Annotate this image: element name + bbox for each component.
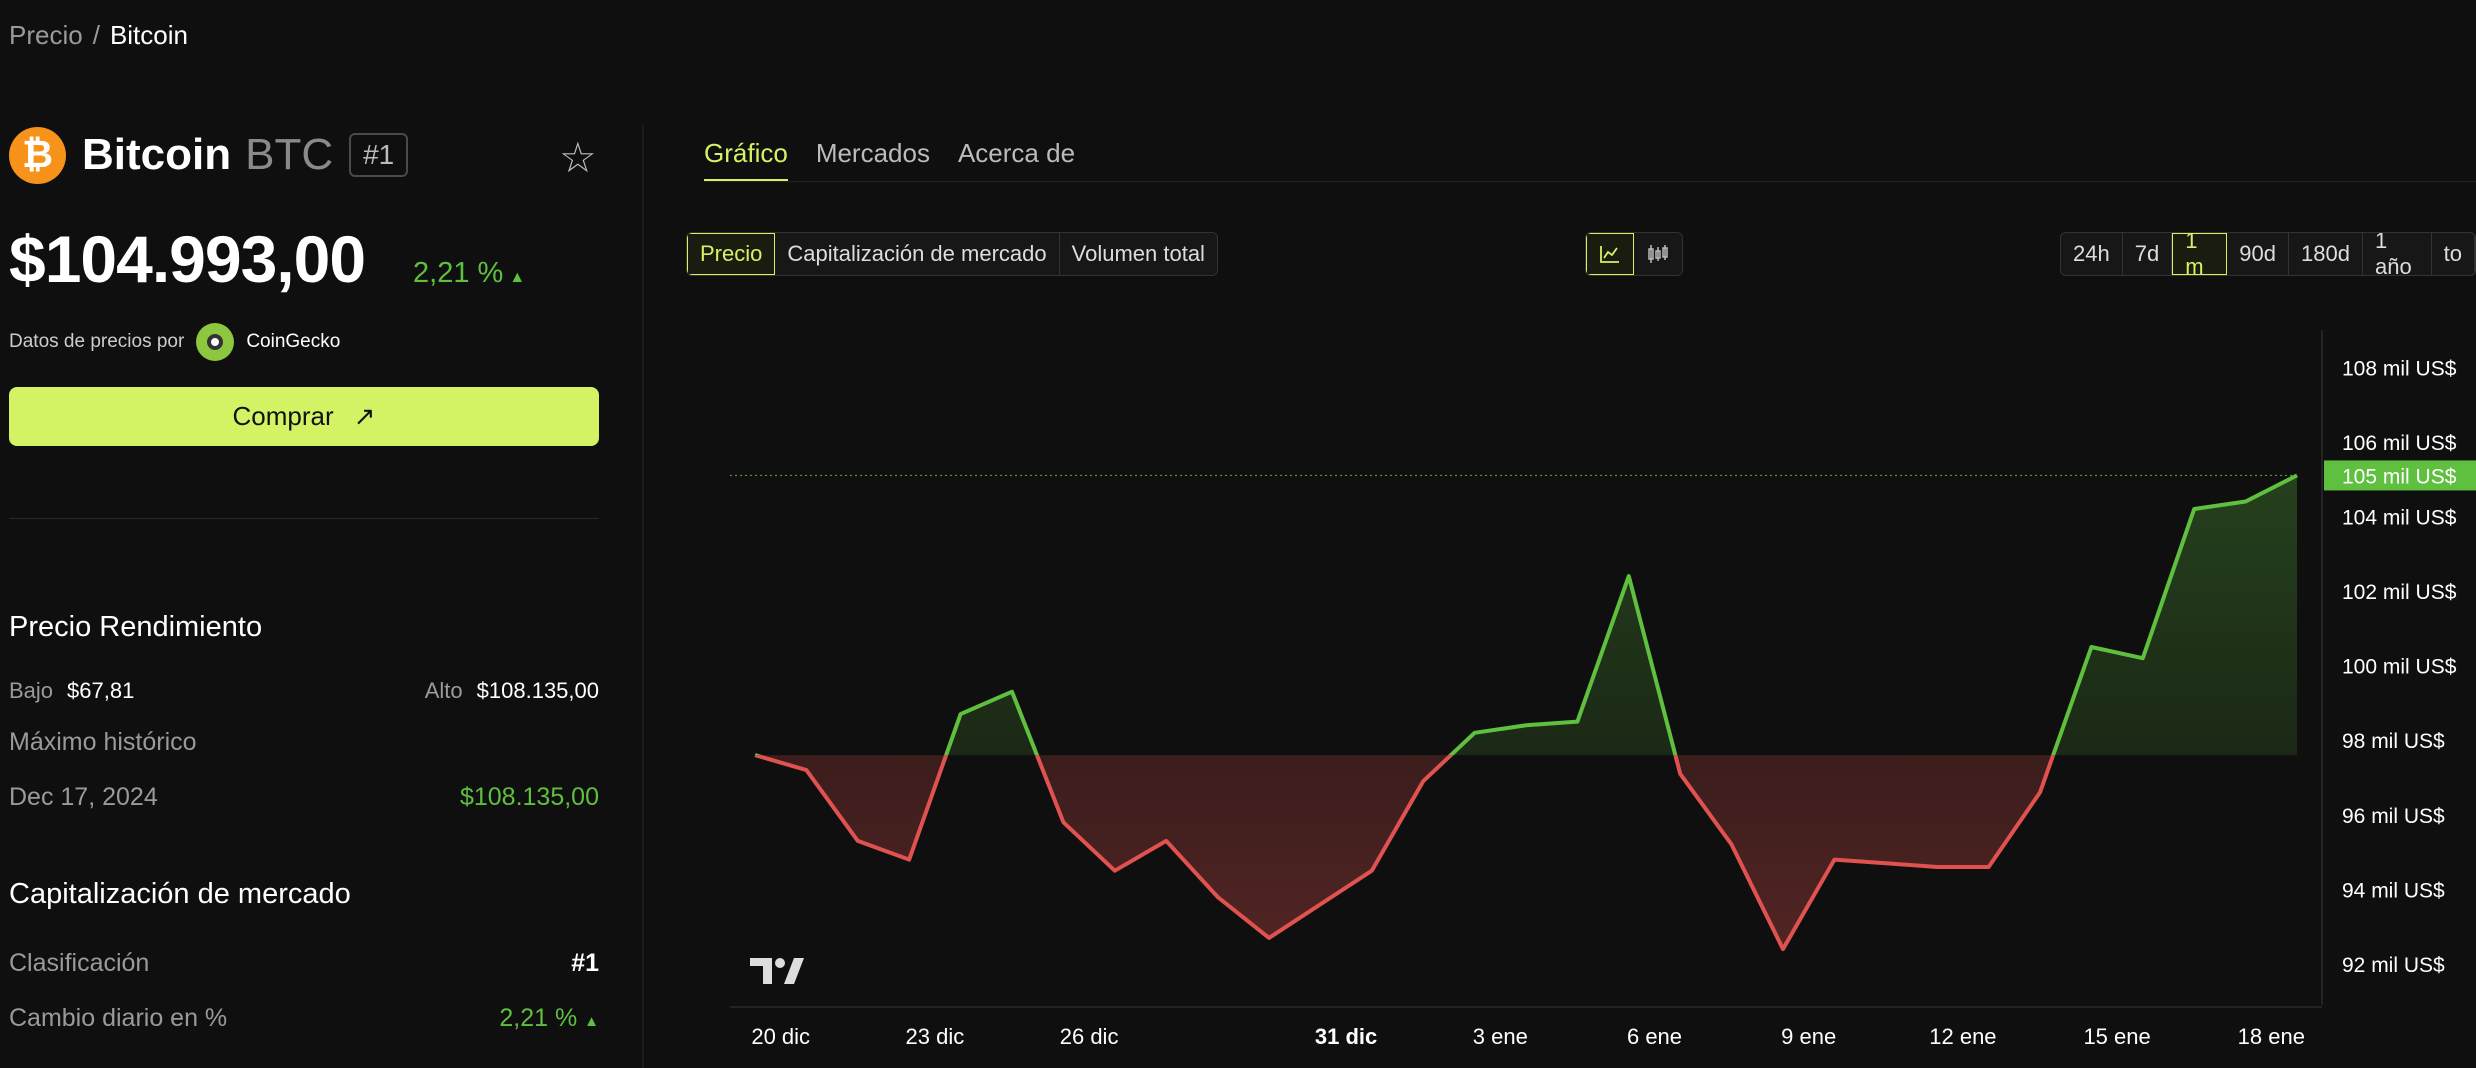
x-tick-label: 6 ene [1627,1024,1682,1049]
x-tick-label: 20 dic [751,1024,810,1049]
data-point [1010,690,1014,694]
x-tick-label: 3 ene [1473,1024,1528,1049]
x-tick-label: 31 dic [1315,1024,1377,1049]
y-tick-label: 108 mil US$ [2342,357,2457,380]
data-point [2089,645,2093,649]
data-point [856,839,860,843]
y-tick-label: 102 mil US$ [2342,581,2457,604]
tradingview-logo-icon [750,958,804,984]
x-tick-label: 23 dic [906,1024,965,1049]
data-point [2244,500,2248,504]
x-tick-label: 18 ene [2238,1024,2305,1049]
data-point [1473,731,1477,735]
data-point [1318,902,1322,906]
data-point [1216,895,1220,899]
data-point [1061,820,1065,824]
data-point [2038,790,2042,794]
y-axis: 108 mil US$ 106 mil US$ 104 mil US$ 102 mil… [2324,357,2476,977]
data-point [753,753,757,757]
y-tick-label: 106 mil US$ [2342,432,2457,455]
data-point [1370,869,1374,873]
data-point [1267,936,1271,940]
y-tick-label: 94 mil US$ [2342,879,2445,902]
data-point [2192,507,2196,511]
data-point [2141,656,2145,660]
data-point [804,768,808,772]
price-chart[interactable]: 108 mil US$ 106 mil US$ 104 mil US$ 102 mil… [0,0,2476,1068]
data-point [1884,861,1888,865]
x-axis: 20 dic 23 dic 26 dic 31 dic 3 ene 6 ene 9 ene 1… [751,1024,2305,1049]
data-point [1524,723,1528,727]
data-point [1164,839,1168,843]
data-point [1832,858,1836,862]
y-tick-label: 104 mil US$ [2342,506,2457,529]
y-tick-label: 100 mil US$ [2342,656,2457,679]
data-point [959,712,963,716]
data-point [1113,869,1117,873]
y-tick-label: 96 mil US$ [2342,805,2445,828]
data-point [907,858,911,862]
data-point [1781,947,1785,951]
data-point [1575,720,1579,724]
y-tick-label: 92 mil US$ [2342,954,2445,977]
data-point [1730,843,1734,847]
y-tick-label: 98 mil US$ [2342,730,2445,753]
x-tick-label: 15 ene [2083,1024,2150,1049]
x-tick-label: 12 ene [1929,1024,1996,1049]
area-above-baseline [755,475,2297,756]
data-point [1935,865,1939,869]
x-tick-label: 26 dic [1060,1024,1119,1049]
x-tick-label: 9 ene [1781,1024,1836,1049]
data-point [1421,779,1425,783]
data-point [1678,772,1682,776]
data-point [1627,574,1631,578]
current-price-label: 105 mil US$ [2342,465,2457,488]
data-point [1987,865,1991,869]
plot-area [730,330,2323,1008]
